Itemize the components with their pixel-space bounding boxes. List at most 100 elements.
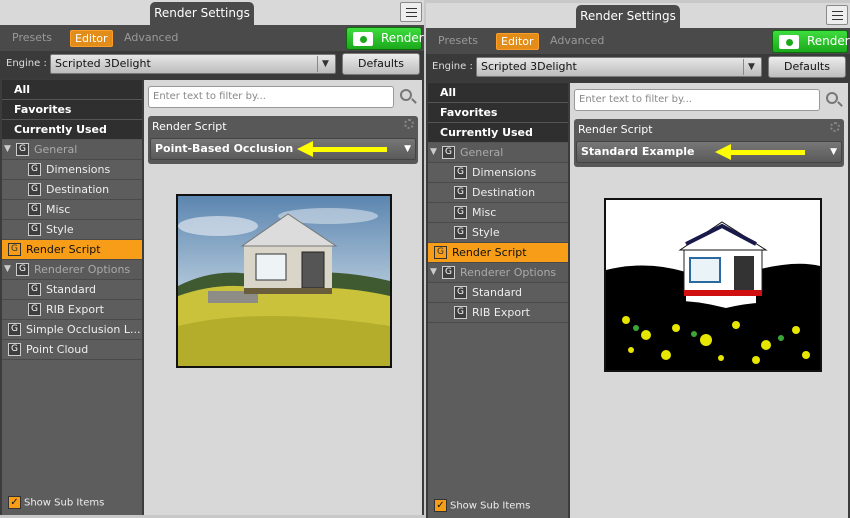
render-script-heading: Render Script xyxy=(152,120,227,133)
sidebar-item-style[interactable]: G Style xyxy=(428,223,568,243)
search-icon[interactable] xyxy=(826,92,838,104)
engine-label: Engine : xyxy=(6,58,47,69)
show-sub-items-toggle[interactable]: ✓ Show Sub Items xyxy=(8,496,104,509)
engine-label: Engine : xyxy=(432,61,473,72)
sidebar-item-destination[interactable]: G Destination xyxy=(2,180,142,200)
tab-editor[interactable]: Editor xyxy=(70,30,113,47)
sidebar-item-standard[interactable]: G Standard xyxy=(2,280,142,300)
chevron-down-icon: ▼ xyxy=(830,147,837,157)
show-sub-items-toggle[interactable]: ✓ Show Sub Items xyxy=(434,499,530,512)
mode-tabs: Presets Editor Advanced Render xyxy=(426,28,850,54)
sidebar-group-general[interactable]: ▼ G General xyxy=(2,140,142,160)
sidebar-item-point-cloud[interactable]: G Point Cloud xyxy=(2,340,142,360)
gear-icon[interactable] xyxy=(830,122,840,132)
house-scene-illustration xyxy=(178,196,390,366)
group-icon: G xyxy=(8,323,21,336)
render-preview-image xyxy=(604,198,822,372)
group-icon: G xyxy=(28,163,41,176)
checkbox-checked-icon[interactable]: ✓ xyxy=(434,499,447,512)
panel-title-tab[interactable]: Render Settings xyxy=(576,5,680,28)
sidebar-item-rib-export[interactable]: G RIB Export xyxy=(428,303,568,323)
sidebar-item-label: Standard xyxy=(46,283,97,296)
engine-row: Engine : Scripted 3Delight ▼ Defaults xyxy=(0,51,424,79)
sidebar-item-style[interactable]: G Style xyxy=(2,220,142,240)
expand-triangle-icon[interactable]: ▼ xyxy=(4,140,11,159)
chevron-down-icon: ▼ xyxy=(743,59,759,75)
group-icon: G xyxy=(454,186,467,199)
sidebar-group-renderer-options[interactable]: ▼ G Renderer Options xyxy=(2,260,142,280)
render-script-heading: Render Script xyxy=(578,123,653,136)
sidebar-item-all[interactable]: All xyxy=(428,83,568,103)
sidebar-item-standard[interactable]: G Standard xyxy=(428,283,568,303)
defaults-button[interactable]: Defaults xyxy=(342,53,420,75)
sidebar-item-render-script[interactable]: G Render Script xyxy=(428,243,568,263)
render-button[interactable]: Render xyxy=(772,30,850,53)
expand-triangle-icon[interactable]: ▼ xyxy=(4,260,11,279)
render-script-group: Render Script Point-Based Occlusion ▼ xyxy=(148,116,418,164)
show-sub-items-label: Show Sub Items xyxy=(24,497,105,509)
tab-advanced[interactable]: Advanced xyxy=(124,31,178,44)
filter-input[interactable]: Enter text to filter by... xyxy=(574,89,820,111)
defaults-button[interactable]: Defaults xyxy=(768,56,846,78)
sidebar-item-label: Misc xyxy=(46,203,71,216)
render-script-select[interactable]: Point-Based Occlusion ▼ xyxy=(150,138,416,160)
render-button-label: Render xyxy=(381,31,424,45)
tab-presets[interactable]: Presets xyxy=(438,34,478,47)
expand-triangle-icon[interactable]: ▼ xyxy=(430,143,437,162)
sidebar-item-misc[interactable]: G Misc xyxy=(428,203,568,223)
sidebar-item-favorites[interactable]: Favorites xyxy=(2,100,142,120)
sidebar-item-simple-occlusion[interactable]: G Simple Occlusion L... xyxy=(2,320,142,340)
sidebar-item-dimensions[interactable]: G Dimensions xyxy=(2,160,142,180)
filter-input[interactable]: Enter text to filter by... xyxy=(148,86,394,108)
engine-select[interactable]: Scripted 3Delight ▼ xyxy=(476,57,762,77)
sidebar-item-rib-export[interactable]: G RIB Export xyxy=(2,300,142,320)
expand-triangle-icon[interactable]: ▼ xyxy=(430,263,437,282)
engine-select[interactable]: Scripted 3Delight ▼ xyxy=(50,54,336,74)
sidebar-item-favorites[interactable]: Favorites xyxy=(428,103,568,123)
checkbox-checked-icon[interactable]: ✓ xyxy=(8,496,21,509)
sidebar-item-dimensions[interactable]: G Dimensions xyxy=(428,163,568,183)
group-icon: G xyxy=(454,306,467,319)
sidebar-item-label: Misc xyxy=(472,206,497,219)
panel-menu-icon[interactable] xyxy=(400,2,422,22)
group-icon: G xyxy=(442,266,455,279)
sidebar-group-label: General xyxy=(460,146,504,159)
sidebar-group-label: Renderer Options xyxy=(34,263,131,276)
sidebar-item-all[interactable]: All xyxy=(2,80,142,100)
chevron-down-icon: ▼ xyxy=(404,144,411,154)
sidebar-item-misc[interactable]: G Misc xyxy=(2,200,142,220)
sidebar-group-renderer-options[interactable]: ▼ G Renderer Options xyxy=(428,263,568,283)
render-script-value: Point-Based Occlusion xyxy=(155,142,294,155)
tab-presets[interactable]: Presets xyxy=(12,31,52,44)
render-button[interactable]: Render xyxy=(346,27,424,50)
house-scene-illustration xyxy=(606,200,820,370)
group-icon: G xyxy=(8,243,21,256)
yellow-arrow-annotation xyxy=(715,144,805,160)
sidebar-group-general[interactable]: ▼ G General xyxy=(428,143,568,163)
sidebar: All Favorites Currently Used ▼ G General… xyxy=(428,83,568,518)
sidebar-group-label: Renderer Options xyxy=(460,266,557,279)
group-icon: G xyxy=(28,203,41,216)
search-icon[interactable] xyxy=(400,89,412,101)
tab-advanced[interactable]: Advanced xyxy=(550,34,604,47)
sidebar-item-render-script[interactable]: G Render Script xyxy=(2,240,142,260)
gear-icon[interactable] xyxy=(404,119,414,129)
screenshot-stage: Render Settings Presets Editor Advanced … xyxy=(0,0,850,518)
yellow-arrow-annotation xyxy=(297,141,387,157)
group-icon: G xyxy=(442,146,455,159)
group-icon: G xyxy=(28,283,41,296)
sidebar-item-currently-used[interactable]: Currently Used xyxy=(428,123,568,143)
sidebar-item-label: Simple Occlusion L... xyxy=(26,323,141,336)
sidebar-item-currently-used[interactable]: Currently Used xyxy=(2,120,142,140)
panel-menu-icon[interactable] xyxy=(826,5,848,25)
render-script-select[interactable]: Standard Example ▼ xyxy=(576,141,842,163)
panel-body: Presets Editor Advanced Render Engine : … xyxy=(0,25,424,515)
sidebar-item-label: Point Cloud xyxy=(26,343,89,356)
sidebar-item-destination[interactable]: G Destination xyxy=(428,183,568,203)
tab-editor[interactable]: Editor xyxy=(496,33,539,50)
panel-title-tab[interactable]: Render Settings xyxy=(150,2,254,25)
camera-icon xyxy=(353,32,373,46)
group-icon: G xyxy=(454,286,467,299)
sidebar-item-label: Destination xyxy=(472,186,536,199)
sidebar-item-label: RIB Export xyxy=(472,306,530,319)
